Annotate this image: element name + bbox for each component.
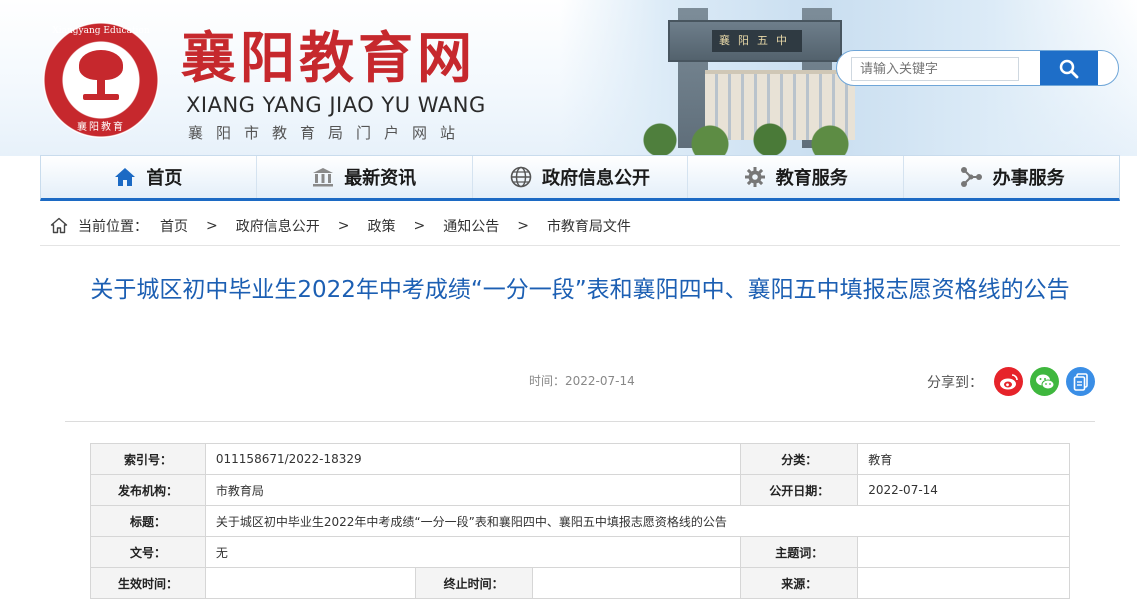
breadcrumb-separator: > <box>206 217 218 234</box>
site-pinyin: XIANG YANG JIAO YU WANG <box>186 93 486 117</box>
logo-bottom-text: 襄阳教育 <box>77 122 125 133</box>
site-title[interactable]: 襄阳教育网 <box>181 27 476 89</box>
search-button[interactable] <box>1040 51 1098 85</box>
site-logo[interactable]: Xiangyang Education 襄阳教育 <box>43 22 159 138</box>
breadcrumb: 当前位置： 首页 > 政府信息公开 > 政策 > 通知公告 > 市教育局文件 <box>40 206 1120 246</box>
tree-icon <box>79 50 123 100</box>
weibo-icon <box>999 373 1018 389</box>
share-wechat-button[interactable] <box>1030 367 1059 396</box>
building-icon <box>313 168 334 187</box>
table-row: 索引号： 011158671/2022-18329 分类： 教育 <box>90 443 1070 475</box>
share-weibo-button[interactable] <box>994 367 1023 396</box>
nav-item-label: 办事服务 <box>992 168 1065 189</box>
breadcrumb-separator: > <box>413 217 426 234</box>
nav-item-label: 最新资讯 <box>344 168 417 189</box>
breadcrumb-item-bureau-docs[interactable]: 市教育局文件 <box>547 216 631 236</box>
search-input[interactable] <box>851 57 1019 81</box>
title-value: 关于城区初中毕业生2022年中考成绩“一分一段”表和襄阳四中、襄阳五中填报志愿资… <box>204 505 1071 537</box>
index-label: 索引号： <box>90 443 206 475</box>
site-header: 襄阳五中 Xiangyang Education 襄阳教育 襄阳教育网 XIAN… <box>0 0 1137 156</box>
search-box <box>836 50 1119 86</box>
pubdate-label: 公开日期： <box>740 474 859 506</box>
expiry-value <box>531 567 742 599</box>
breadcrumb-item-home[interactable]: 首页 <box>160 216 188 236</box>
keywords-value <box>857 536 1070 568</box>
divider <box>65 421 1095 422</box>
category-value: 教育 <box>857 443 1070 475</box>
effective-label: 生效时间： <box>90 567 206 599</box>
home-icon <box>115 168 136 186</box>
gear-icon <box>744 167 765 187</box>
share-copy-button[interactable] <box>1066 367 1095 396</box>
expiry-label: 终止时间： <box>414 567 533 599</box>
logo-ring-text: Xiangyang Education <box>52 26 150 36</box>
breadcrumb-item-gov-info[interactable]: 政府信息公开 <box>236 216 320 236</box>
gate-plaque: 襄阳五中 <box>712 30 802 52</box>
breadcrumb-item-policy[interactable]: 政策 <box>367 216 395 236</box>
index-value: 011158671/2022-18329 <box>204 443 742 475</box>
nav-item-label: 教育服务 <box>775 168 848 189</box>
nav-item-news[interactable]: 最新资讯 <box>257 156 473 198</box>
docno-value: 无 <box>204 536 742 568</box>
main-nav: 首页 最新资讯 政府信息公开 教育服务 办事服务 <box>40 155 1120 201</box>
title-label: 标题： <box>90 505 206 537</box>
keywords-label: 主题词： <box>740 536 859 568</box>
share-bar: 分享到： <box>927 367 1095 396</box>
search-icon <box>1059 59 1079 79</box>
breadcrumb-item-notices[interactable]: 通知公告 <box>443 216 499 236</box>
nav-item-gov-info[interactable]: 政府信息公开 <box>473 156 689 198</box>
publisher-label: 发布机构： <box>90 474 206 506</box>
source-label: 来源： <box>740 567 859 599</box>
publisher-value: 市教育局 <box>204 474 742 506</box>
article-title: 关于城区初中毕业生2022年中考成绩“一分一段”表和襄阳四中、襄阳五中填报志愿资… <box>90 277 1070 303</box>
docno-label: 文号： <box>90 536 206 568</box>
trees-image <box>640 110 880 156</box>
site-subtitle: 襄阳市教育局门户网站 <box>188 124 469 142</box>
document-info-table: 索引号： 011158671/2022-18329 分类： 教育 发布机构： 市… <box>90 443 1071 599</box>
table-row: 生效时间： 终止时间： 来源： <box>90 567 1070 599</box>
network-icon <box>960 167 982 187</box>
effective-value <box>204 567 416 599</box>
source-value <box>857 567 1070 599</box>
share-label: 分享到： <box>927 374 983 391</box>
nav-item-label: 政府信息公开 <box>541 168 650 189</box>
breadcrumb-separator: > <box>517 217 529 234</box>
nav-item-label: 首页 <box>146 168 183 189</box>
category-label: 分类： <box>740 443 859 475</box>
breadcrumb-separator: > <box>337 217 350 234</box>
breadcrumb-label: 当前位置： <box>78 218 148 235</box>
table-row: 发布机构： 市教育局 公开日期： 2022-07-14 <box>90 474 1070 506</box>
table-row: 标题： 关于城区初中毕业生2022年中考成绩“一分一段”表和襄阳四中、襄阳五中填… <box>90 505 1071 537</box>
home-outline-icon <box>50 217 68 234</box>
wechat-icon <box>1035 374 1054 389</box>
publish-time: 时间：2022-07-14 <box>529 374 635 388</box>
nav-item-edu-service[interactable]: 教育服务 <box>688 156 905 198</box>
globe-icon <box>510 166 532 188</box>
table-row: 文号： 无 主题词： <box>90 536 1070 568</box>
nav-item-home[interactable]: 首页 <box>41 156 257 198</box>
nav-item-affairs[interactable]: 办事服务 <box>904 156 1119 198</box>
pubdate-value: 2022-07-14 <box>857 474 1070 506</box>
copy-icon <box>1073 372 1088 391</box>
